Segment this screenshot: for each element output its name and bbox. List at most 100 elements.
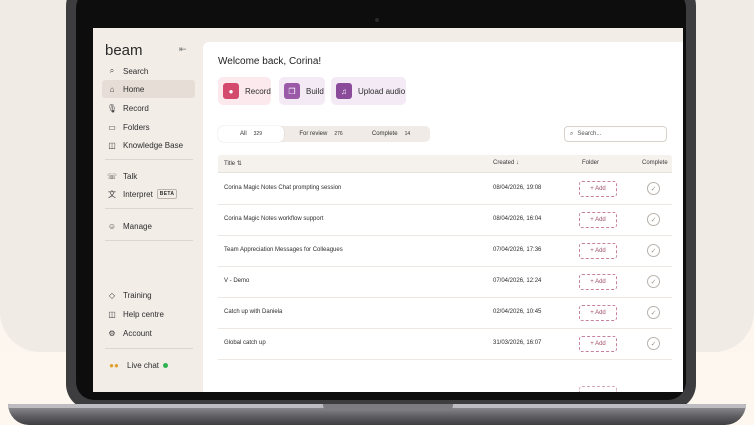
sidebar-item-interpret[interactable]: 文 Interpret BETA — [102, 185, 195, 203]
tab-label: All — [239, 131, 247, 137]
graduation-cap-icon: ◇ — [108, 290, 116, 300]
record-action-button[interactable]: ● Record — [218, 77, 271, 105]
sidebar-divider — [105, 159, 193, 160]
brand-logo: beam — [105, 42, 143, 59]
complete-check-icon[interactable]: ✓ — [647, 182, 660, 195]
tab-count: 329 — [253, 131, 262, 137]
add-to-folder-button[interactable]: + Add — [579, 243, 617, 259]
sidebar-item-training[interactable]: ◇ Training — [102, 286, 195, 304]
sidebar-item-label: Interpret — [123, 189, 153, 199]
support-avatars-icon: ●● — [109, 360, 119, 370]
sidebar: beam ⇤ ⌕ Search ⌂ Home 🎙︎ Record ▭ Folde… — [93, 28, 203, 392]
add-to-folder-button[interactable]: + Add — [579, 274, 617, 290]
tab-label: For review — [299, 131, 328, 137]
filter-tabs: All 329 For review 276 Complete 14 — [218, 126, 430, 142]
sidebar-item-talk[interactable]: ☏ Talk — [102, 167, 195, 185]
sidebar-divider — [105, 348, 193, 349]
action-label: Build — [306, 86, 324, 96]
microphone-icon: 🎙︎ — [106, 103, 118, 113]
sidebar-item-knowledge-base[interactable]: ◫ Knowledge Base — [102, 136, 195, 154]
row-created: 08/04/2026, 16:04 — [493, 216, 542, 222]
gear-icon: ⚙︎ — [108, 328, 116, 338]
add-to-folder-button[interactable]: + Add — [579, 336, 617, 352]
row-title[interactable]: Team Appreciation Messages for Colleague… — [224, 247, 343, 253]
collapse-sidebar-icon[interactable]: ⇤ — [179, 44, 187, 55]
row-title[interactable]: V - Demo — [224, 278, 249, 284]
complete-check-icon[interactable]: ✓ — [647, 275, 660, 288]
laptop-camera — [375, 18, 379, 22]
sidebar-item-record[interactable]: 🎙︎ Record — [102, 99, 195, 117]
action-label: Record — [245, 86, 271, 96]
complete-check-icon[interactable]: ✓ — [647, 337, 660, 350]
complete-check-icon[interactable]: ✓ — [647, 244, 660, 257]
sidebar-item-label: Account — [123, 328, 152, 338]
microphone-icon: ● — [223, 83, 239, 99]
column-complete: Complete — [642, 160, 668, 166]
build-action-button[interactable]: ❐ Build — [279, 77, 325, 105]
copy-icon: ❐ — [284, 83, 300, 99]
row-title[interactable]: Global catch up — [224, 340, 266, 346]
search-input[interactable]: ⌕ Search... — [564, 126, 667, 142]
complete-check-icon[interactable]: ✓ — [647, 213, 660, 226]
laptop-hinge-notch — [323, 404, 453, 411]
table-row[interactable]: Catch up with Daniela 02/04/2026, 10:45 … — [218, 298, 672, 329]
sidebar-item-label: Talk — [123, 171, 138, 181]
sidebar-item-label: Record — [123, 103, 149, 113]
translate-icon: 文 — [108, 189, 116, 199]
sidebar-item-search[interactable]: ⌕ Search — [102, 62, 195, 80]
tab-count: 276 — [334, 131, 343, 137]
table-row[interactable]: Team Appreciation Messages for Colleague… — [218, 236, 672, 267]
row-title[interactable]: Catch up with Daniela — [224, 309, 282, 315]
sidebar-item-manage[interactable]: ☺ Manage — [102, 217, 195, 235]
row-created: 07/04/2026, 12:24 — [493, 278, 542, 284]
sidebar-item-label: Training — [123, 290, 152, 300]
add-to-folder-button-partial[interactable] — [579, 386, 617, 392]
tab-complete[interactable]: Complete 14 — [358, 126, 424, 142]
sidebar-item-help-centre[interactable]: ◫ Help centre — [102, 305, 195, 323]
audio-wave-icon: ♫ — [336, 83, 352, 99]
table-row[interactable]: V - Demo 07/04/2026, 12:24 + Add ✓ — [218, 267, 672, 298]
column-created[interactable]: Created ↓ — [493, 160, 519, 166]
row-created: 08/04/2026, 19:08 — [493, 185, 542, 191]
folder-icon: ▭ — [108, 122, 116, 132]
table-row[interactable]: Corina Magic Notes Chat prompting sessio… — [218, 174, 672, 205]
beta-badge: BETA — [156, 189, 178, 199]
upload-audio-button[interactable]: ♫ Upload audio — [331, 77, 406, 105]
column-title[interactable]: Title ⇅ — [224, 160, 242, 167]
add-to-folder-button[interactable]: + Add — [579, 181, 617, 197]
welcome-heading: Welcome back, Corina! — [218, 56, 322, 67]
complete-check-icon[interactable]: ✓ — [647, 306, 660, 319]
sidebar-item-home[interactable]: ⌂ Home — [102, 80, 195, 98]
live-chat-button[interactable]: ●● Live chat — [102, 356, 195, 374]
sidebar-item-folders[interactable]: ▭ Folders — [102, 118, 195, 136]
sidebar-item-account[interactable]: ⚙︎ Account — [102, 324, 195, 342]
tab-all[interactable]: All 329 — [218, 126, 284, 142]
row-created: 31/03/2026, 16:07 — [493, 340, 542, 346]
table-header: Title ⇅ Created ↓ Folder Complete — [218, 155, 672, 173]
row-created: 02/04/2026, 10:45 — [493, 309, 542, 315]
book-icon: ◫ — [108, 140, 116, 150]
column-folder: Folder — [582, 160, 600, 166]
tab-for-review[interactable]: For review 276 — [286, 126, 356, 142]
search-icon: ⌕ — [109, 66, 115, 75]
marketing-stage: beam ⇤ ⌕ Search ⌂ Home 🎙︎ Record ▭ Folde… — [0, 0, 754, 425]
sidebar-item-label: Folders — [123, 122, 150, 132]
sidebar-item-label: Search — [123, 66, 149, 76]
main-content: Welcome back, Corina! ● Record ❐ Build ♫… — [203, 42, 683, 392]
book-icon: ◫ — [108, 309, 116, 319]
app-window: beam ⇤ ⌕ Search ⌂ Home 🎙︎ Record ▭ Folde… — [93, 28, 683, 392]
home-icon: ⌂ — [109, 84, 115, 94]
online-status-dot — [163, 362, 169, 368]
sidebar-item-label: Manage — [123, 221, 152, 231]
add-to-folder-button[interactable]: + Add — [579, 305, 617, 321]
row-title[interactable]: Corina Magic Notes Chat prompting sessio… — [224, 185, 341, 191]
sidebar-item-label: Help centre — [123, 309, 164, 319]
table-row[interactable]: Global catch up 31/03/2026, 16:07 + Add … — [218, 329, 672, 360]
users-icon: ☺ — [107, 221, 117, 231]
search-icon: ⌕ — [570, 130, 574, 137]
sidebar-item-label: Knowledge Base — [123, 140, 184, 150]
table-row[interactable]: Corina Magic Notes workflow support 08/0… — [218, 205, 672, 236]
row-title[interactable]: Corina Magic Notes workflow support — [224, 216, 323, 222]
add-to-folder-button[interactable]: + Add — [579, 212, 617, 228]
action-label: Upload audio — [358, 86, 406, 96]
